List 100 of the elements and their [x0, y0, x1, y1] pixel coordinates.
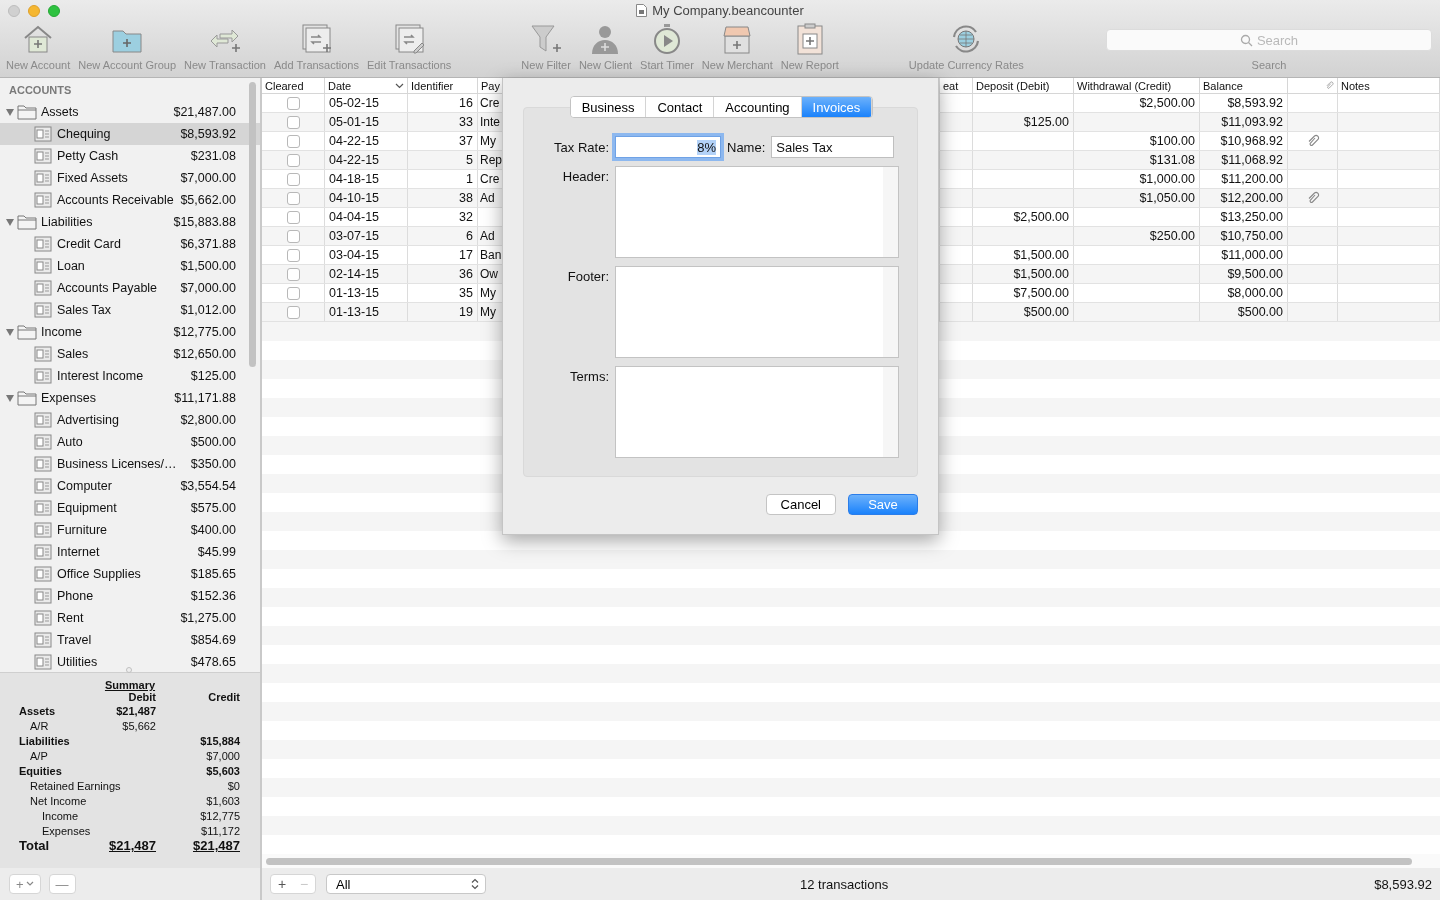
- account-name: Income: [41, 325, 83, 339]
- account-row[interactable]: Sales $12,650.00: [0, 343, 260, 365]
- paperclip-icon: [1325, 81, 1334, 90]
- account-group-row[interactable]: Income $12,775.00: [0, 321, 260, 343]
- table-cell: 04-22-15: [325, 132, 408, 150]
- table-cell: $1,500.00: [973, 265, 1074, 283]
- remove-button[interactable]: —: [48, 874, 76, 894]
- checkbox[interactable]: [286, 191, 300, 205]
- account-balance: $11,171.88: [174, 391, 236, 405]
- account-name: Utilities: [57, 655, 99, 669]
- account-row[interactable]: Travel $854.69: [0, 629, 260, 651]
- account-row[interactable]: Chequing $8,593.92: [0, 123, 260, 145]
- account-balance: $2,800.00: [180, 413, 236, 427]
- account-group-row[interactable]: Assets $21,487.00: [0, 101, 260, 123]
- disclosure-triangle-icon[interactable]: [5, 107, 15, 117]
- table-cell: 02-14-15: [325, 265, 408, 283]
- account-name: Office Supplies: [57, 567, 142, 581]
- ledger-icon: [33, 169, 53, 187]
- account-balance: $400.00: [190, 523, 236, 537]
- account-group-row[interactable]: Liabilities $15,883.88: [0, 211, 260, 233]
- table-cell: $11,068.92: [1200, 151, 1288, 169]
- checkbox[interactable]: [286, 210, 300, 224]
- disclosure-triangle-icon[interactable]: [5, 217, 15, 227]
- checkbox[interactable]: [286, 267, 300, 281]
- account-row[interactable]: Loan $1,500.00: [0, 255, 260, 277]
- close-button[interactable]: [8, 5, 20, 17]
- ledger-icon: [33, 587, 53, 605]
- scrollbar-thumb[interactable]: [266, 857, 1412, 865]
- checkbox[interactable]: [286, 305, 300, 319]
- checkbox[interactable]: [286, 134, 300, 148]
- minimize-button[interactable]: [28, 5, 40, 17]
- text-area[interactable]: [615, 266, 899, 358]
- checkbox[interactable]: [286, 115, 300, 129]
- add-menu-button[interactable]: +: [9, 874, 41, 894]
- table-cell: $131.08: [1074, 151, 1200, 169]
- account-balance: $500.00: [190, 435, 236, 449]
- table-cell: $11,200.00: [1200, 170, 1288, 188]
- table-cell: 19: [408, 303, 478, 321]
- column-header[interactable]: Balance: [1200, 78, 1288, 93]
- summary-label: Assets: [19, 704, 57, 717]
- field-label: Terms:: [569, 368, 609, 386]
- account-row[interactable]: Phone $152.36: [0, 585, 260, 607]
- checkbox[interactable]: [286, 286, 300, 300]
- checkbox[interactable]: [286, 248, 300, 262]
- account-group-row[interactable]: Expenses $11,171.88: [0, 387, 260, 409]
- account-row[interactable]: Credit Card $6,371.88: [0, 233, 260, 255]
- account-row[interactable]: Utilities $478.65: [0, 651, 260, 673]
- account-row[interactable]: Accounts Payable $7,000.00: [0, 277, 260, 299]
- column-header[interactable]: Identifier: [408, 78, 478, 93]
- ledger-icon: [33, 279, 53, 297]
- account-row[interactable]: Fixed Assets $7,000.00: [0, 167, 260, 189]
- checkbox[interactable]: [286, 96, 300, 110]
- column-header[interactable]: Date: [325, 78, 408, 93]
- account-row[interactable]: Accounts Receivable $5,662.00: [0, 189, 260, 211]
- ledger-icon: [33, 191, 53, 209]
- tab[interactable]: Business: [570, 97, 647, 117]
- zoom-button[interactable]: [48, 5, 60, 17]
- checkbox[interactable]: [286, 229, 300, 243]
- account-row[interactable]: Interest Income $125.00: [0, 365, 260, 387]
- account-balance: $185.65: [190, 567, 236, 581]
- summary-value: $12,775: [199, 809, 240, 822]
- table-cell: 37: [408, 132, 478, 150]
- column-header[interactable]: Withdrawal (Credit): [1074, 78, 1200, 93]
- text-field[interactable]: Sales Tax: [771, 136, 895, 158]
- account-row[interactable]: Petty Cash $231.08: [0, 145, 260, 167]
- transaction-count: 12 transactions: [800, 876, 889, 892]
- add-button[interactable]: +: [271, 875, 293, 893]
- account-row[interactable]: Office Supplies $185.65: [0, 563, 260, 585]
- filter-dropdown[interactable]: All: [326, 874, 486, 894]
- disclosure-triangle-icon[interactable]: [5, 327, 15, 337]
- account-row[interactable]: Auto $500.00: [0, 431, 260, 453]
- checkbox[interactable]: [286, 172, 300, 186]
- account-row[interactable]: Rent $1,275.00: [0, 607, 260, 629]
- column-header[interactable]: Cleared: [262, 78, 325, 93]
- checkbox[interactable]: [286, 153, 300, 167]
- documents-arrows-icon: [299, 22, 334, 56]
- column-header[interactable]: Notes: [1338, 78, 1440, 93]
- account-name: Sales: [57, 347, 90, 361]
- account-row[interactable]: Equipment $575.00: [0, 497, 260, 519]
- account-row[interactable]: Internet $45.99: [0, 541, 260, 563]
- text-field[interactable]: 8%: [615, 136, 721, 158]
- balance-total: $8,593.92: [1374, 876, 1432, 892]
- account-row[interactable]: Sales Tax $1,012.00: [0, 299, 260, 321]
- text-area[interactable]: [615, 166, 899, 258]
- account-row[interactable]: Business Licenses/… $350.00: [0, 453, 260, 475]
- scrollbar-thumb[interactable]: [249, 82, 256, 367]
- account-row[interactable]: Advertising $2,800.00: [0, 409, 260, 431]
- account-name: Advertising: [57, 413, 120, 427]
- account-row[interactable]: Furniture $400.00: [0, 519, 260, 541]
- account-row[interactable]: Computer $3,554.54: [0, 475, 260, 497]
- column-header[interactable]: Deposit (Debit): [973, 78, 1074, 93]
- text-area[interactable]: [615, 366, 899, 458]
- disclosure-triangle-icon[interactable]: [5, 393, 15, 403]
- table-cell: 6: [408, 227, 478, 245]
- splitter-handle[interactable]: [126, 667, 132, 673]
- ledger-icon: [33, 235, 53, 253]
- column-header[interactable]: eat: [940, 78, 973, 93]
- dialog-button[interactable]: Cancel: [765, 494, 836, 515]
- account-name: Liabilities: [41, 215, 94, 229]
- account-name: Auto: [57, 435, 84, 449]
